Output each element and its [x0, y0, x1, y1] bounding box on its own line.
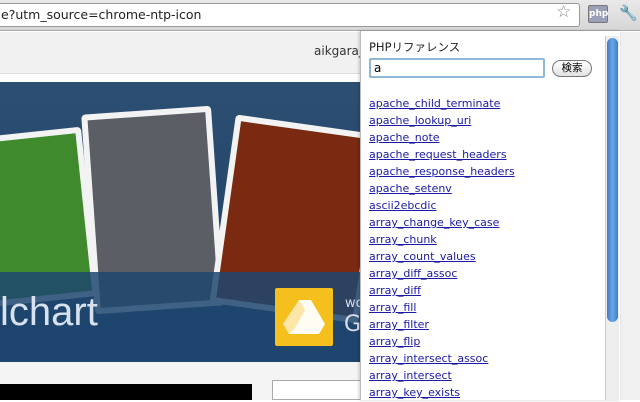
list-item: apache_request_headers: [369, 147, 515, 164]
wrench-menu-icon[interactable]: 🔧: [619, 4, 638, 22]
list-item: apache_lookup_uri: [369, 113, 515, 130]
result-link[interactable]: array_fill: [369, 301, 416, 314]
bookmark-star-icon[interactable]: ☆: [556, 2, 571, 22]
result-link[interactable]: array_flip: [369, 335, 420, 348]
result-link[interactable]: apache_response_headers: [369, 165, 515, 178]
user-name[interactable]: aikgaraj: [314, 44, 362, 58]
video-thumbnail[interactable]: [0, 384, 252, 400]
list-item: ascii2ebcdic: [369, 198, 515, 215]
popup-scrollbar[interactable]: [605, 36, 619, 400]
list-item: array_intersect: [369, 368, 515, 385]
result-list: apache_child_terminate apache_lookup_uria…: [369, 96, 515, 402]
list-item: array_change_key_case: [369, 215, 515, 232]
result-link[interactable]: ascii2ebcdic: [369, 199, 437, 212]
list-item: apache_child_terminate: [369, 96, 515, 113]
list-item: array_key_exists: [369, 385, 515, 402]
result-link[interactable]: array_intersect_assoc: [369, 352, 488, 365]
list-item: array_diff_assoc: [369, 266, 515, 283]
list-item: array_fill: [369, 300, 515, 317]
list-item: apache_response_headers: [369, 164, 515, 181]
result-link[interactable]: apache_request_headers: [369, 148, 507, 161]
list-item: array_count_values: [369, 249, 515, 266]
address-bar[interactable]: e?utm_source=chrome-ntp-icon: [0, 3, 580, 27]
page-scrollbar[interactable]: [620, 32, 640, 400]
search-input[interactable]: [369, 58, 545, 78]
list-item: apache_note: [369, 130, 515, 147]
result-link[interactable]: array_change_key_case: [369, 216, 499, 229]
popup-title: PHPリファレンス: [369, 39, 460, 55]
list-item: array_intersect_assoc: [369, 351, 515, 368]
result-link[interactable]: array_chunk: [369, 233, 437, 246]
result-link[interactable]: apache_note: [369, 131, 440, 144]
scrollbar-thumb[interactable]: [607, 38, 618, 322]
result-link[interactable]: array_diff_assoc: [369, 267, 457, 280]
list-item: array_filter: [369, 317, 515, 334]
result-link[interactable]: array_filter: [369, 318, 429, 331]
php-reference-popup: PHPリファレンス 検索 apache_child_terminateapach…: [360, 31, 620, 400]
result-link[interactable]: apache_setenv: [369, 182, 452, 195]
result-link[interactable]: array_diff: [369, 284, 421, 297]
search-button[interactable]: 検索: [552, 60, 592, 77]
result-link[interactable]: array_intersect: [369, 369, 452, 382]
result-link[interactable]: apache_lookup_uri: [369, 114, 471, 127]
list-item: array_diff: [369, 283, 515, 300]
list-item: array_flip: [369, 334, 515, 351]
result-link[interactable]: array_key_exists: [369, 386, 460, 399]
list-item: array_chunk: [369, 232, 515, 249]
drive-logo-icon[interactable]: [275, 288, 333, 346]
php-extension-button[interactable]: php: [588, 5, 608, 23]
list-item: apache_setenv: [369, 181, 515, 198]
screenshot-thumbnail[interactable]: [272, 380, 362, 400]
result-link[interactable]: array_count_values: [369, 250, 476, 263]
banner-title: lchart: [0, 290, 98, 335]
promo-text-large: G: [344, 312, 361, 337]
browser-toolbar: e?utm_source=chrome-ntp-icon ☆ php 🔧: [0, 0, 640, 31]
result-link[interactable]: apache_child_terminate: [369, 97, 500, 110]
